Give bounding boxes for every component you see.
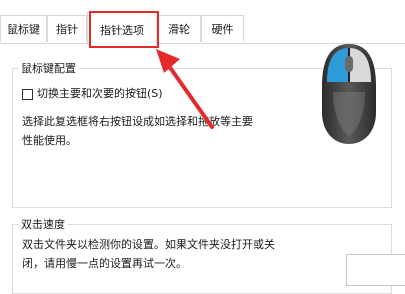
annotation-highlight-box (89, 11, 159, 48)
tab-label: 硬件 (211, 23, 234, 36)
switch-buttons-label[interactable]: 切换主要和次要的按钮(S) (37, 84, 163, 103)
button-config-title: 鼠标键配置 (18, 60, 79, 76)
tab-label: 鼠标键 (7, 23, 40, 36)
double-click-title: 双击速度 (18, 216, 68, 232)
tab-strip: 鼠标键 指针 指针选项 滑轮 硬件 (0, 0, 405, 45)
switch-buttons-checkbox[interactable] (22, 89, 33, 100)
tab-hardware[interactable]: 硬件 (201, 15, 244, 42)
tab-buttons[interactable]: 鼠标键 (0, 15, 47, 42)
tab-wheel[interactable]: 滑轮 (157, 15, 201, 42)
double-click-description-2: 闭，请用慢一点的设置再试一次。 (22, 257, 187, 270)
tab-pointers[interactable]: 指针 (47, 15, 87, 42)
red-arrow-icon (156, 49, 214, 129)
button-config-description-2: 性能使用。 (22, 134, 77, 147)
tab-label: 指针 (56, 23, 78, 36)
double-click-test-folder[interactable] (346, 254, 405, 286)
tab-label: 滑轮 (168, 23, 190, 36)
double-click-description-1: 双击文件夹以检测你的设置。如果文件夹没打开或关 (22, 238, 275, 251)
mouse-illustration-icon (322, 44, 376, 144)
